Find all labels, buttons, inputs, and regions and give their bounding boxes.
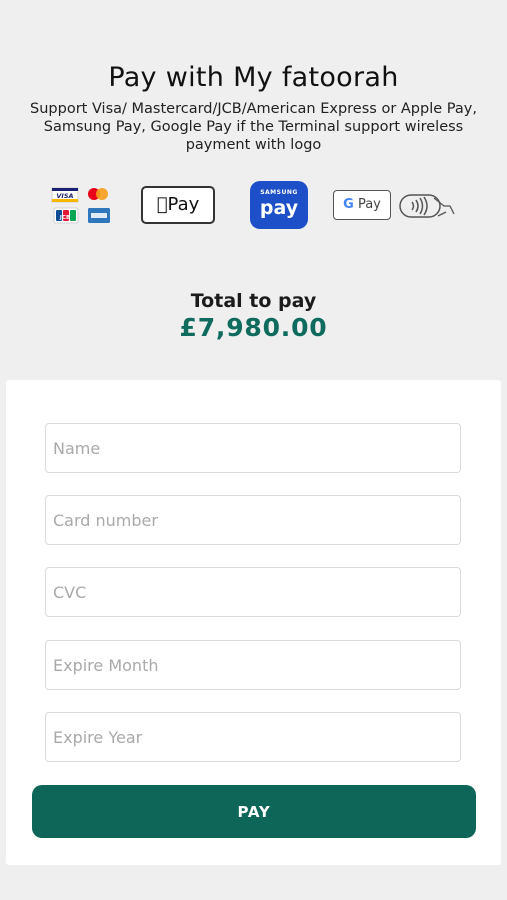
total-section: Total to pay £7,980.00 [0,290,507,344]
expire-year-input[interactable] [45,712,461,762]
svg-text:JCB: JCB [59,215,70,221]
apple-icon:  [157,194,168,215]
card-number-input[interactable] [45,495,461,545]
apple-pay-logo: Pay [141,186,215,224]
card-brands-logo: VISA JCB [48,186,114,226]
payment-form: PAY [6,380,501,865]
header: Pay with My fatoorah Support Visa/ Maste… [0,58,507,154]
page-subtitle: Support Visa/ Mastercard/JCB/American Ex… [30,101,477,153]
total-amount: £7,980.00 [179,313,328,342]
pay-button[interactable]: PAY [32,785,476,838]
expire-month-input[interactable] [45,640,461,690]
google-pay-logo: G Pay [333,190,391,220]
contactless-icon [398,190,458,222]
page-title: Pay with My fatoorah [108,62,399,93]
payment-logos: VISA JCB Pay SAMSUNG pay G Pay [0,180,507,234]
total-label: Total to pay [190,290,317,312]
samsung-pay-logo: SAMSUNG pay [250,181,308,229]
cvc-input[interactable] [45,567,461,617]
name-input[interactable] [45,423,461,473]
svg-text:VISA: VISA [56,192,73,200]
